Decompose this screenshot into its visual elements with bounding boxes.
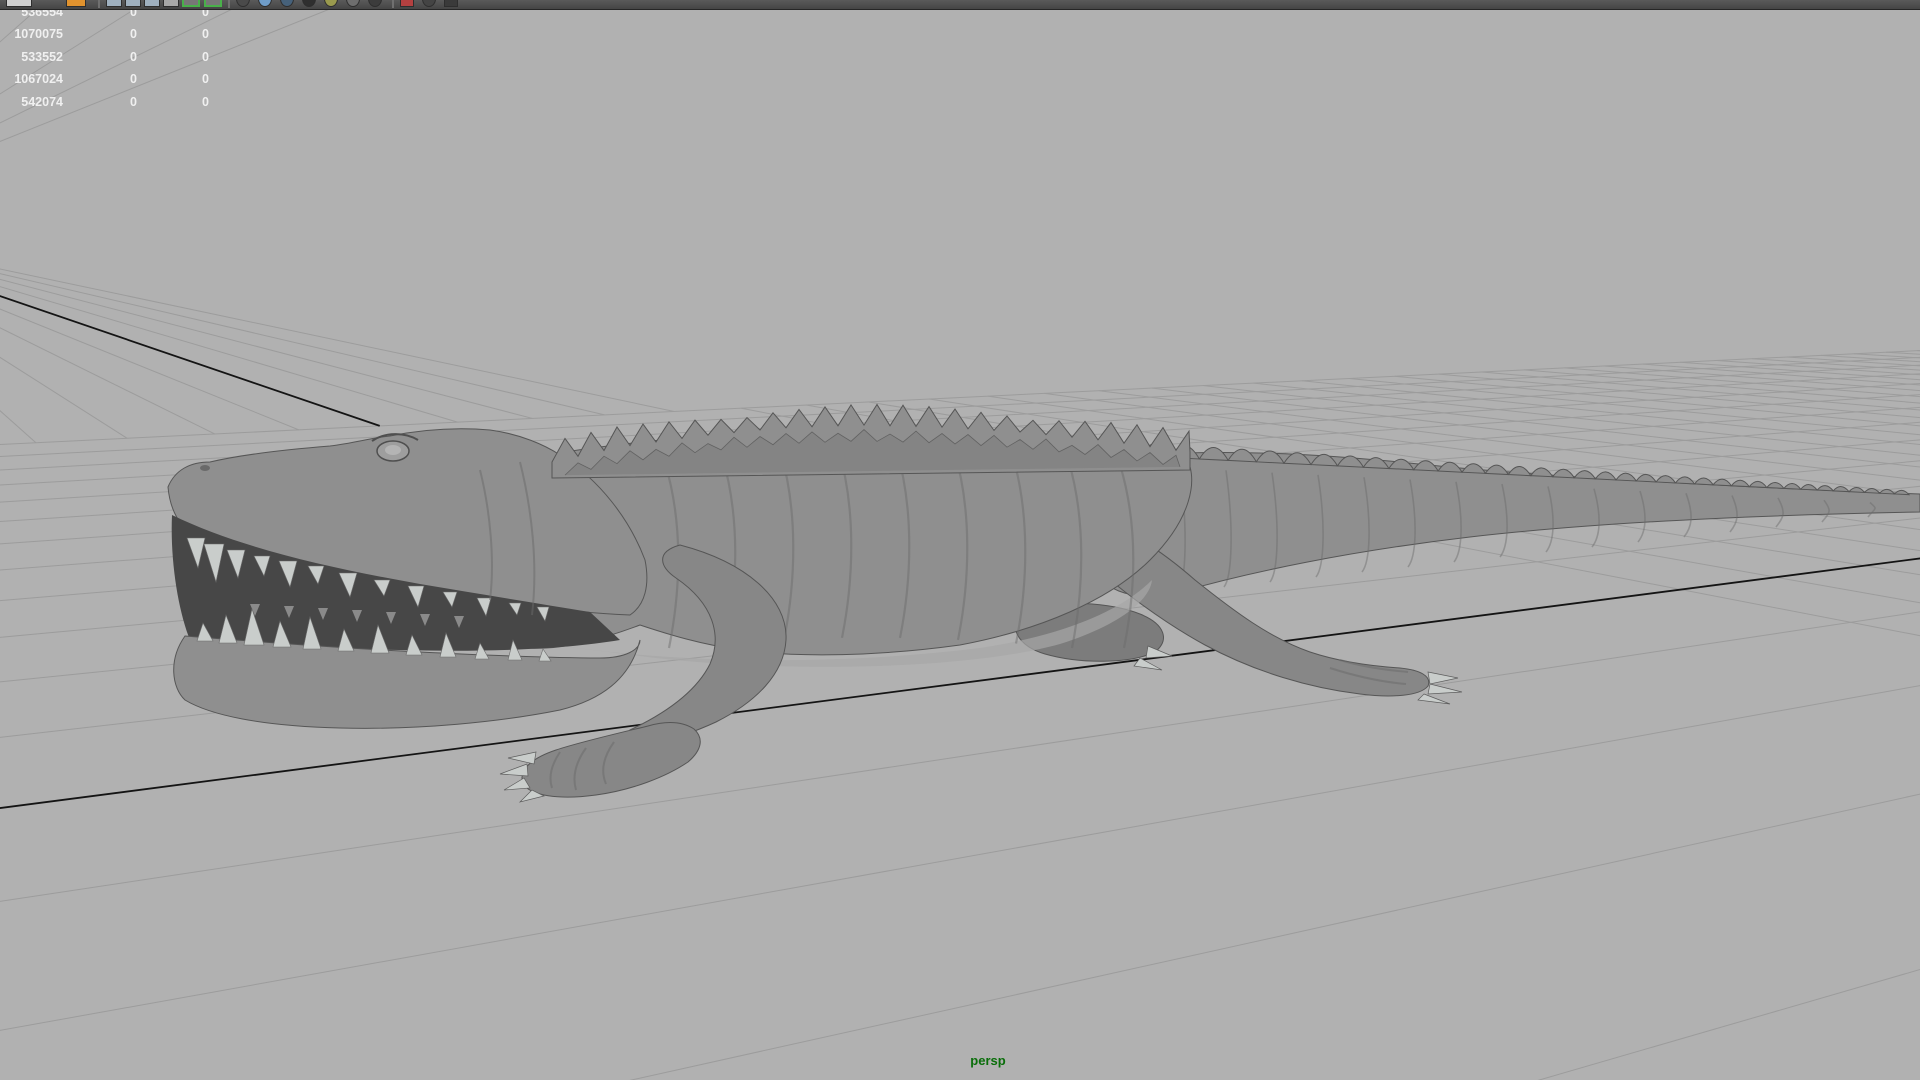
nostril [200,465,210,471]
crocodile-model[interactable] [167,403,1920,803]
model-detail [1847,487,1866,493]
plugin-display-icon[interactable] [444,0,458,7]
toolbar-separator-2 [228,0,230,8]
poly-count-value: 0 [202,72,209,87]
shaded-sphere-icon[interactable] [258,0,272,7]
model-detail [1712,478,1733,487]
textured-sphere-icon[interactable] [280,0,294,7]
resolution-gate-icon[interactable] [144,0,160,7]
grid-line [1716,359,1920,376]
poly-count-value: 0 [202,49,209,64]
model-detail [538,648,552,662]
poly-count-value: 1067024 [14,72,63,87]
toolbar-separator-1 [98,0,100,8]
poly-count-row-4: 1067024 0 0 [0,68,209,90]
poly-count-value: 0 [130,49,137,64]
poly-count-row-2: 1070075 0 0 [0,23,209,45]
model-detail [1832,486,1851,493]
model-detail [1893,489,1911,496]
grid-line [1481,371,1920,411]
model-detail [1227,448,1258,463]
safe-action-icon[interactable] [182,0,200,7]
grid-line [1564,367,1920,398]
poly-count-value: 533552 [21,49,63,64]
wireframe-sphere-icon[interactable] [236,0,250,7]
model-detail [1799,484,1819,491]
grid-toggle-icon[interactable] [106,0,122,7]
model-detail [1730,479,1751,488]
grid-line [1604,365,1920,392]
safe-title-icon[interactable] [204,0,222,7]
poly-count-hud: 536554 0 0 1070075 0 0 533552 0 0 1067024 0 0 542074… [0,1,209,113]
lit-sphere-icon[interactable] [302,0,316,7]
poly-count-value: 0 [130,27,137,42]
model-detail [1748,480,1768,489]
toolbar-separator-3 [392,0,394,8]
film-gate-icon[interactable] [125,0,141,7]
model-detail [1765,481,1785,489]
select-tool-icon[interactable] [6,0,32,7]
lasso-tool-icon[interactable] [66,0,86,7]
model-detail [1529,467,1554,478]
poly-count-value: 542074 [21,94,63,109]
poly-count-value: 0 [130,94,137,109]
grid-line [1523,369,1920,404]
poly-count-value: 0 [202,94,209,109]
model-detail [1198,447,1230,461]
poly-count-row-5: 542074 0 0 [0,91,209,113]
isolate-select-icon[interactable] [422,0,436,7]
poly-count-value: 0 [130,72,137,87]
panel-toolbar [0,0,1920,10]
shadows-icon[interactable] [346,0,360,7]
occlusion-icon[interactable] [368,0,382,7]
model-detail [1816,485,1835,492]
grid-line [1642,363,1920,386]
poly-count-value: 0 [202,27,209,42]
model-detail [1412,460,1440,472]
model-detail [1693,477,1715,486]
model-detail [1594,471,1618,481]
model-detail [1461,463,1487,474]
model-detail [1655,475,1677,484]
gate-mask-icon[interactable] [163,0,179,7]
grid-line [1438,373,1920,419]
viewport-canvas[interactable] [0,0,1920,1080]
poly-count-value: 1070075 [14,27,63,42]
model-detail [1484,464,1510,476]
model-detail [1573,470,1597,480]
model-detail [1782,483,1802,490]
model-detail [1674,476,1696,485]
front-foot [521,722,701,798]
camera-name-label: persp [970,1053,1006,1068]
xray-icon[interactable] [400,0,414,7]
default-material-icon[interactable] [324,0,338,7]
model-detail [1615,472,1638,482]
model-detail [1507,466,1532,477]
model-detail [1387,458,1415,471]
poly-count-row-3: 533552 0 0 [0,46,209,68]
